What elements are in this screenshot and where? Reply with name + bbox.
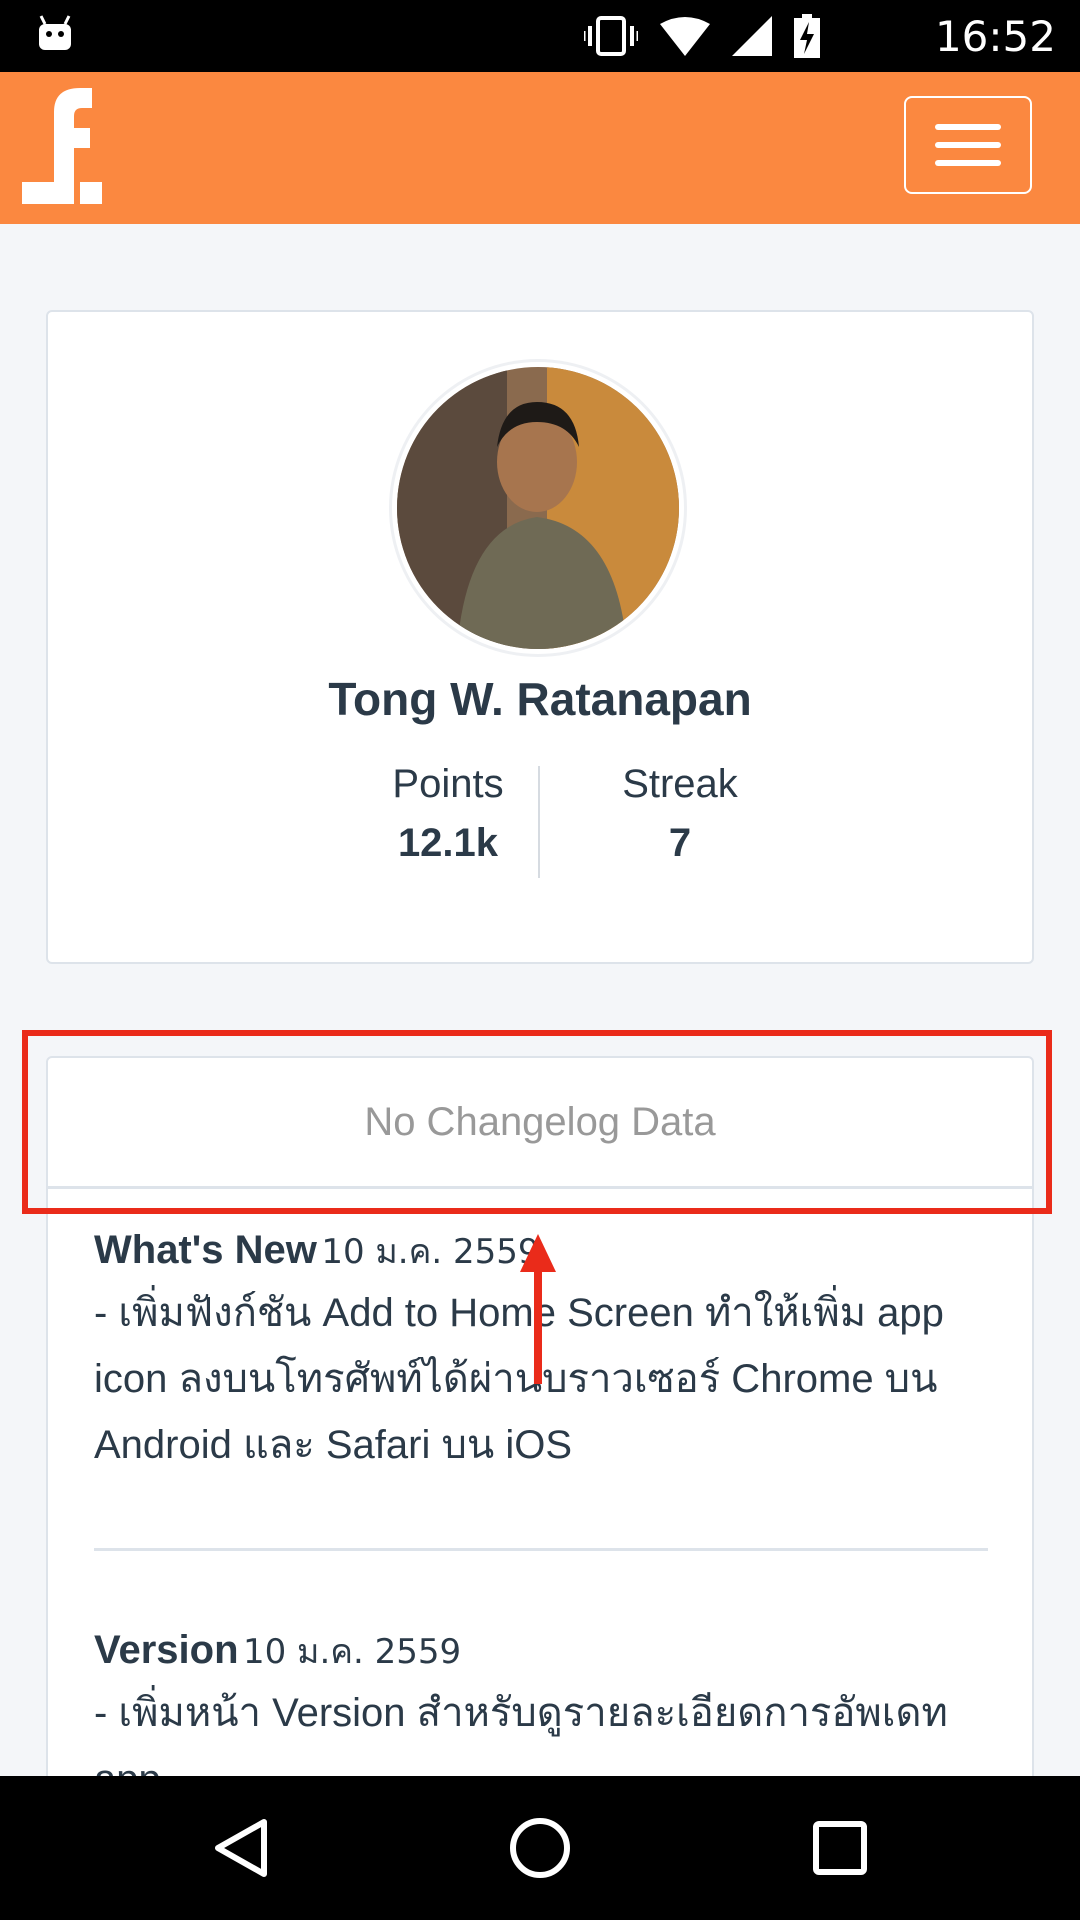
points-stat: Points 12.1k bbox=[348, 762, 548, 866]
android-icon bbox=[39, 15, 71, 50]
profile-stats: Points 12.1k Streak 7 bbox=[48, 762, 1032, 882]
hamburger-menu-button[interactable] bbox=[904, 96, 1032, 194]
app-header bbox=[0, 72, 1080, 224]
highlight-box bbox=[22, 1030, 1052, 1214]
profile-name: Tong W. Ratanapan bbox=[328, 673, 752, 725]
entry-date: 10 ม.ค. 2559 bbox=[242, 1632, 462, 1672]
recents-icon[interactable] bbox=[804, 1812, 876, 1884]
streak-stat: Streak 7 bbox=[580, 762, 780, 866]
status-bar: 16:52 bbox=[0, 0, 1080, 72]
avatar-photo bbox=[397, 367, 679, 649]
hamburger-menu-icon bbox=[935, 124, 1001, 130]
status-icons bbox=[584, 14, 820, 58]
points-value: 12.1k bbox=[397, 821, 499, 865]
streak-value: 7 bbox=[668, 821, 692, 865]
wifi-icon bbox=[660, 17, 710, 56]
points-label: Points bbox=[392, 762, 504, 806]
streak-label: Streak bbox=[622, 762, 738, 806]
arrow-up-icon bbox=[520, 1234, 556, 1384]
navigation-bar bbox=[0, 1776, 1080, 1920]
battery-charging-icon bbox=[794, 14, 820, 58]
vibrate-icon bbox=[584, 16, 638, 56]
f-logo-icon[interactable] bbox=[22, 82, 102, 212]
entry-date: 10 ม.ค. 2559 bbox=[321, 1232, 540, 1272]
status-time: 16:52 bbox=[934, 12, 1056, 61]
stats-divider bbox=[538, 766, 540, 878]
home-icon[interactable] bbox=[504, 1812, 576, 1884]
entry-title: Version bbox=[94, 1628, 239, 1672]
back-icon[interactable] bbox=[206, 1812, 278, 1884]
profile-card: Tong W. Ratanapan Points 12.1k Streak 7 bbox=[46, 310, 1034, 964]
avatar bbox=[392, 362, 684, 654]
entry-title: What's New bbox=[94, 1228, 317, 1272]
entry-divider bbox=[94, 1548, 988, 1551]
signal-icon bbox=[732, 16, 772, 56]
